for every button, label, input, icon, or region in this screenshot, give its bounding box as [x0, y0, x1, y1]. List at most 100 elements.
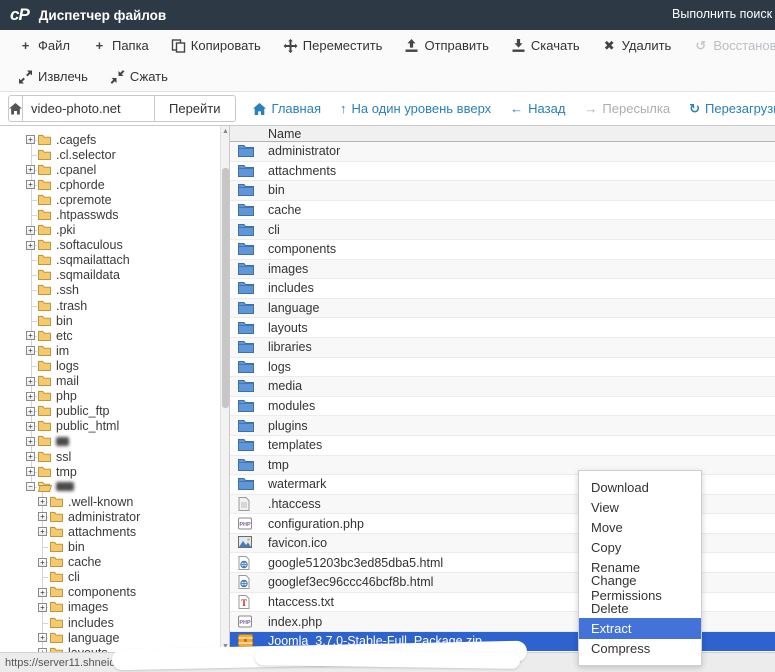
- scrollbar-thumb[interactable]: [222, 168, 229, 408]
- context-menu-item-copy[interactable]: Copy: [579, 538, 701, 558]
- tree-expander-icon[interactable]: +: [38, 512, 47, 521]
- context-menu-item-move[interactable]: Move: [579, 517, 701, 537]
- toolbar-button-upload[interactable]: Отправить: [404, 38, 488, 53]
- file-row[interactable]: plugins: [230, 416, 775, 436]
- tree-scrollbar[interactable]: ▲ ▼: [220, 126, 229, 652]
- file-row[interactable]: logs: [230, 358, 775, 378]
- tree-expander-icon[interactable]: +: [26, 241, 35, 250]
- tree-expander-icon[interactable]: +: [38, 603, 47, 612]
- tree-expander-icon[interactable]: +: [38, 497, 47, 506]
- file-row[interactable]: includes: [230, 279, 775, 299]
- context-menu-item-change-permissions[interactable]: Change Permissions: [579, 578, 701, 598]
- file-row[interactable]: layouts: [230, 318, 775, 338]
- tree-expander-icon[interactable]: +: [26, 392, 35, 401]
- toolbar-button-move[interactable]: Переместить: [283, 38, 383, 53]
- toolbar-button-copy[interactable]: Копировать: [171, 38, 261, 53]
- tree-item[interactable]: +.cpanel: [0, 162, 229, 177]
- file-row[interactable]: cli: [230, 220, 775, 240]
- tree-item[interactable]: +.cagefs: [0, 132, 229, 147]
- tree-item[interactable]: +etc: [0, 328, 229, 343]
- file-row[interactable]: components: [230, 240, 775, 260]
- toolbar-button-delete[interactable]: ✖Удалить: [602, 38, 672, 53]
- context-menu-item-extract[interactable]: Extract: [579, 618, 701, 638]
- tree-item[interactable]: .cl.selector: [0, 147, 229, 162]
- tree-item[interactable]: .cpremote: [0, 192, 229, 207]
- tree-item[interactable]: +.pki: [0, 223, 229, 238]
- tree-item[interactable]: .trash: [0, 298, 229, 313]
- nav-link-back-arrow[interactable]: ←Назад: [510, 101, 565, 116]
- tree-item[interactable]: +public_html: [0, 419, 229, 434]
- tree-item[interactable]: cli: [0, 570, 229, 585]
- tree-expander-icon[interactable]: +: [26, 346, 35, 355]
- tree-item[interactable]: .sqmailattach: [0, 253, 229, 268]
- tree-expander-icon[interactable]: +: [26, 407, 35, 416]
- list-header[interactable]: Name: [230, 126, 775, 142]
- nav-link-home[interactable]: Главная: [252, 101, 321, 116]
- column-header-name[interactable]: Name: [268, 127, 301, 141]
- tree-expander-icon[interactable]: +: [26, 377, 35, 386]
- tree-item[interactable]: +.well-known: [0, 494, 229, 509]
- tree-item[interactable]: +: [0, 434, 229, 449]
- tree-item[interactable]: +public_ftp: [0, 404, 229, 419]
- tree-expander-icon[interactable]: +: [38, 527, 47, 536]
- tree-expander-icon[interactable]: +: [26, 467, 35, 476]
- tree-item[interactable]: .sqmaildata: [0, 268, 229, 283]
- path-input[interactable]: [23, 95, 155, 122]
- tree-expander-icon[interactable]: +: [26, 165, 35, 174]
- tree-expander-icon[interactable]: +: [26, 226, 35, 235]
- tree-item[interactable]: +ssl: [0, 449, 229, 464]
- nav-link-reload[interactable]: ↻Перезагрузка: [689, 101, 775, 117]
- tree-expander-icon[interactable]: +: [26, 180, 35, 189]
- file-row[interactable]: bin: [230, 181, 775, 201]
- search-link[interactable]: Выполнить поиск: [672, 7, 772, 21]
- tree-item[interactable]: includes: [0, 615, 229, 630]
- tree-item[interactable]: +attachments: [0, 524, 229, 539]
- file-row[interactable]: attachments: [230, 162, 775, 182]
- file-row[interactable]: cache: [230, 201, 775, 221]
- tree-expander-icon[interactable]: +: [26, 437, 35, 446]
- toolbar-button-file-plus[interactable]: +Файл: [18, 38, 70, 53]
- tree-item[interactable]: +.softaculous: [0, 238, 229, 253]
- tree-item[interactable]: +im: [0, 343, 229, 358]
- file-row[interactable]: modules: [230, 397, 775, 417]
- toolbar-button-extract[interactable]: Извлечь: [18, 69, 88, 84]
- file-row[interactable]: media: [230, 377, 775, 397]
- tree-expander-icon[interactable]: +: [38, 588, 47, 597]
- file-row[interactable]: templates: [230, 436, 775, 456]
- context-menu-item-compress[interactable]: Compress: [579, 639, 701, 659]
- tree-expander-icon[interactable]: +: [26, 452, 35, 461]
- tree-item[interactable]: bin: [0, 540, 229, 555]
- tree-expander-icon[interactable]: +: [38, 558, 47, 567]
- tree-item[interactable]: .htpasswds: [0, 207, 229, 222]
- tree-item[interactable]: +.cphorde: [0, 177, 229, 192]
- tree-item[interactable]: +language: [0, 630, 229, 645]
- tree-item[interactable]: +php: [0, 389, 229, 404]
- file-row[interactable]: administrator: [230, 142, 775, 162]
- tree-item[interactable]: bin: [0, 313, 229, 328]
- go-button[interactable]: Перейти: [155, 95, 236, 122]
- context-menu-item-download[interactable]: Download: [579, 477, 701, 497]
- scroll-up-icon[interactable]: ▲: [221, 128, 230, 135]
- home-path-button[interactable]: [8, 95, 23, 122]
- tree-item[interactable]: +administrator: [0, 509, 229, 524]
- tree-item[interactable]: logs: [0, 358, 229, 373]
- file-row[interactable]: language: [230, 299, 775, 319]
- file-row[interactable]: images: [230, 260, 775, 280]
- tree-expander-icon[interactable]: +: [26, 422, 35, 431]
- tree-expander-icon[interactable]: −: [26, 482, 35, 491]
- tree-expander-icon[interactable]: +: [26, 135, 35, 144]
- nav-link-up-level[interactable]: ↑На один уровень вверх: [340, 101, 491, 116]
- tree-expander-icon[interactable]: +: [38, 633, 47, 642]
- toolbar-button-folder-plus[interactable]: +Папка: [92, 38, 149, 53]
- tree-item[interactable]: +mail: [0, 374, 229, 389]
- tree-item[interactable]: +cache: [0, 555, 229, 570]
- tree-item[interactable]: +images: [0, 600, 229, 615]
- tree-item[interactable]: −: [0, 479, 229, 494]
- file-row[interactable]: libraries: [230, 338, 775, 358]
- tree-item[interactable]: +tmp: [0, 464, 229, 479]
- toolbar-button-compress[interactable]: Сжать: [110, 69, 168, 84]
- context-menu-item-view[interactable]: View: [579, 497, 701, 517]
- tree-item[interactable]: +components: [0, 585, 229, 600]
- toolbar-button-download[interactable]: Скачать: [511, 38, 580, 53]
- tree-expander-icon[interactable]: +: [26, 331, 35, 340]
